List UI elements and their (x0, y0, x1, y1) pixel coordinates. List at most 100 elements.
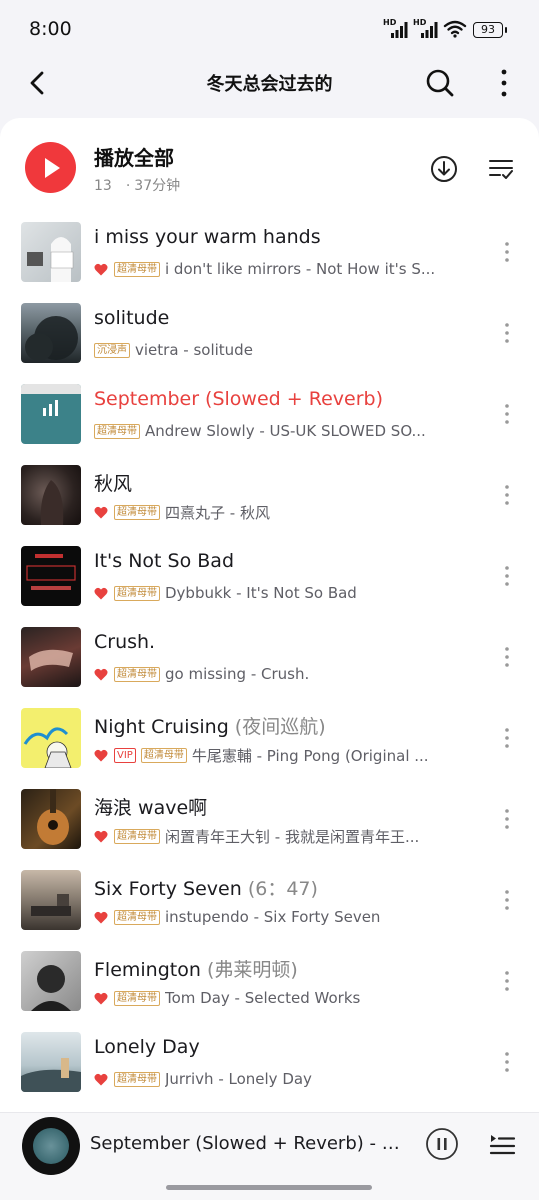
more-vertical-icon[interactable] (500, 240, 514, 264)
song-subtitle: 超清母带 go missing - Crush. (94, 665, 444, 683)
now-playing-disc[interactable] (22, 1117, 80, 1175)
song-row[interactable]: Lonely Day 超清母带 Jurrivh - Lonely Day (0, 1032, 539, 1113)
song-title: Lonely Day (94, 1036, 200, 1058)
heart-icon[interactable] (94, 506, 108, 519)
heart-icon[interactable] (94, 587, 108, 600)
battery-indicator: 93 (473, 22, 507, 38)
now-playing-title[interactable]: September (Slowed + Reverb) - A... (90, 1133, 410, 1154)
total-duration: 37分钟 (134, 178, 181, 194)
meta-separator: · (125, 178, 131, 194)
signal-icon-2 (421, 22, 438, 38)
quality-badge: 超清母带 (114, 504, 160, 520)
album-cover (21, 546, 81, 606)
play-all-button[interactable] (25, 142, 76, 193)
heart-icon[interactable] (94, 830, 108, 843)
song-count: 13 (94, 178, 112, 194)
quality-badge: 超清母带 (114, 828, 160, 844)
song-title: Night Cruising (夜间巡航) (94, 716, 326, 738)
home-indicator[interactable] (166, 1185, 372, 1190)
playlist-icon[interactable] (488, 1131, 516, 1157)
play-icon (45, 158, 60, 178)
album-cover (21, 1032, 81, 1092)
song-title: 海浪 wave啊 (94, 797, 208, 819)
song-subtitle: 超清母带 instupendo - Six Forty Seven (94, 908, 444, 926)
song-title: solitude (94, 307, 170, 329)
multi-select-icon[interactable] (488, 156, 514, 182)
quality-badge: 超清母带 (114, 585, 160, 601)
song-subtitle: 超清母带 Dybbukk - It's Not So Bad (94, 584, 444, 602)
more-vertical-icon[interactable] (500, 645, 514, 669)
heart-icon[interactable] (94, 992, 108, 1005)
play-all-meta: 13 · 37分钟 (94, 175, 180, 195)
now-playing-art (33, 1128, 69, 1164)
album-cover (21, 951, 81, 1011)
album-cover (21, 789, 81, 849)
signal-icon (391, 22, 408, 38)
song-title: Six Forty Seven (6：47) (94, 878, 318, 900)
album-cover (21, 708, 81, 768)
song-row[interactable]: Flemington (弗莱明顿) 超清母带 Tom Day - Selecte… (0, 951, 539, 1032)
song-row[interactable]: solitude 沉浸声 vietra - solitude (0, 303, 539, 384)
song-title: September (Slowed + Reverb) (94, 388, 383, 410)
more-vertical-icon[interactable] (500, 402, 514, 426)
wifi-icon (443, 20, 467, 38)
heart-icon[interactable] (94, 911, 108, 924)
album-cover (21, 627, 81, 687)
heart-icon[interactable] (94, 1073, 108, 1086)
playlist-card: 播放全部 13 · 37分钟 i miss your warm hands 超清母带… (0, 118, 539, 1200)
album-cover (21, 465, 81, 525)
song-subtitle: VIP 超清母带 牛尾憲輔 - Ping Pong (Original ... (94, 746, 444, 764)
more-vertical-icon[interactable] (500, 969, 514, 993)
song-subtitle: 超清母带 i don't like mirrors - Not How it's… (94, 260, 444, 278)
quality-badge: 超清母带 (140, 747, 187, 763)
more-vertical-icon[interactable] (500, 564, 514, 588)
heart-icon[interactable] (94, 668, 108, 681)
heart-icon[interactable] (94, 749, 108, 762)
song-row-playing[interactable]: September (Slowed + Reverb) 超清母带 Andrew … (0, 384, 539, 465)
song-title: It's Not So Bad (94, 550, 235, 572)
song-title: Flemington (弗莱明顿) (94, 959, 298, 981)
song-row[interactable]: Crush. 超清母带 go missing - Crush. (0, 627, 539, 708)
more-vertical-icon[interactable] (500, 726, 514, 750)
quality-badge: 超清母带 (94, 423, 140, 439)
more-vertical-icon[interactable] (500, 321, 514, 345)
song-subtitle: 沉浸声 vietra - solitude (94, 341, 444, 359)
download-icon[interactable] (429, 154, 459, 184)
song-subtitle: 超清母带 闲置青年王大钊 - 我就是闲置青年王... (94, 827, 444, 845)
song-subtitle: 超清母带 四熹丸子 - 秋风 (94, 503, 444, 521)
song-row[interactable]: 秋风 超清母带 四熹丸子 - 秋风 (0, 465, 539, 546)
quality-badge: 超清母带 (114, 261, 160, 277)
song-subtitle: 超清母带 Tom Day - Selected Works (94, 989, 444, 1007)
more-vertical-icon[interactable] (492, 66, 516, 100)
song-title: 秋风 (94, 473, 133, 495)
song-subtitle: 超清母带 Andrew Slowly - US-UK SLOWED SO... (94, 422, 444, 440)
page-title: 冬天总会过去的 (206, 74, 333, 95)
quality-badge: 超清母带 (114, 666, 160, 682)
song-row[interactable]: i miss your warm hands 超清母带 i don't like… (0, 222, 539, 303)
status-bar: 8:00 HD HD 93 (0, 0, 539, 56)
quality-badge: 超清母带 (114, 990, 160, 1006)
status-time: 8:00 (29, 18, 72, 40)
song-row[interactable]: 海浪 wave啊 超清母带 闲置青年王大钊 - 我就是闲置青年王... (0, 789, 539, 870)
album-cover (21, 384, 81, 444)
song-row[interactable]: Six Forty Seven (6：47) 超清母带 instupendo -… (0, 870, 539, 951)
song-row[interactable]: Night Cruising (夜间巡航) VIP 超清母带 牛尾憲輔 - Pi… (0, 708, 539, 789)
more-vertical-icon[interactable] (500, 888, 514, 912)
quality-badge: 沉浸声 (94, 342, 130, 358)
album-cover (21, 303, 81, 363)
album-cover (21, 222, 81, 282)
song-subtitle: 超清母带 Jurrivh - Lonely Day (94, 1070, 444, 1088)
quality-badge: 超清母带 (114, 909, 160, 925)
play-all-label[interactable]: 播放全部 (94, 142, 174, 171)
pause-icon[interactable] (425, 1127, 459, 1161)
top-bar: 冬天总会过去的 (0, 56, 539, 112)
song-title: i miss your warm hands (94, 226, 321, 248)
more-vertical-icon[interactable] (500, 1050, 514, 1074)
song-row[interactable]: It's Not So Bad 超清母带 Dybbukk - It's Not … (0, 546, 539, 627)
search-icon[interactable] (422, 65, 458, 101)
more-vertical-icon[interactable] (500, 483, 514, 507)
vip-badge: VIP (114, 747, 136, 763)
heart-icon[interactable] (94, 263, 108, 276)
more-vertical-icon[interactable] (500, 807, 514, 831)
album-cover (21, 870, 81, 930)
